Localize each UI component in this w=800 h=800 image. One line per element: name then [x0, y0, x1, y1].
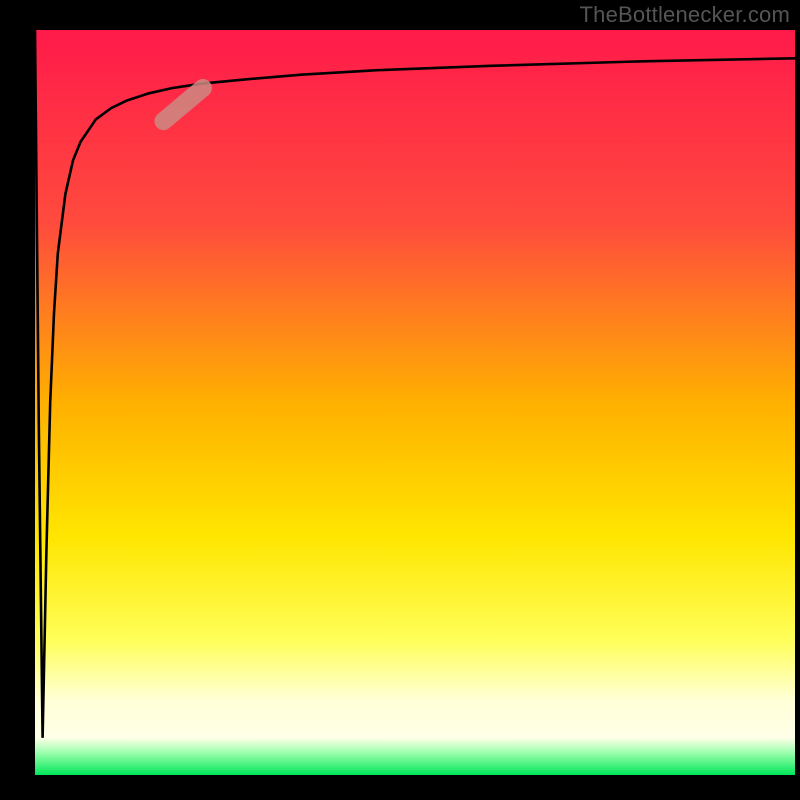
attribution-label: TheBottlenecker.com — [580, 2, 790, 28]
plot-area — [35, 30, 795, 775]
chart-frame: TheBottlenecker.com — [0, 0, 800, 800]
chart-svg — [35, 30, 795, 775]
gradient-background — [35, 30, 795, 775]
